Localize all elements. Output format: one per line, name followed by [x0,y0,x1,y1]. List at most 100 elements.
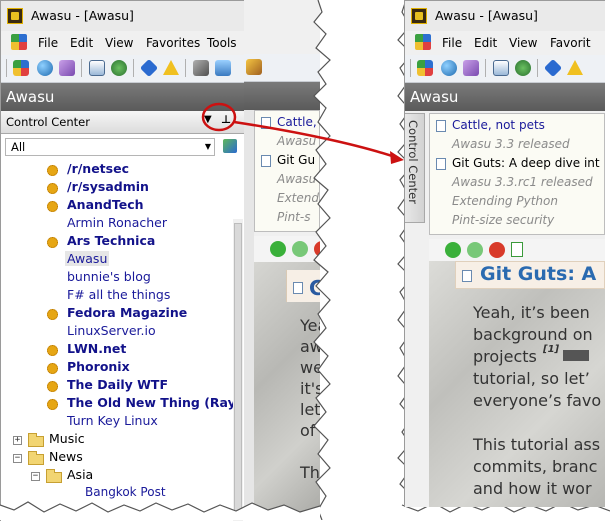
refresh-globe-icon[interactable] [515,60,531,76]
stop-icon[interactable] [489,242,505,258]
toolbar-separator [537,59,538,77]
article-list-item[interactable]: Git Guts: A deep dive int [452,156,600,170]
menu-favorites[interactable]: Favorites [146,36,200,50]
left-splitter[interactable] [244,110,254,520]
globe-icon[interactable] [441,60,457,76]
toolbar-separator [485,59,486,77]
tree-expander-icon[interactable]: − [31,472,40,481]
gear-icon [47,345,58,356]
article-text-line: Th [300,463,320,482]
forward-icon[interactable] [467,242,483,258]
document-icon [462,270,472,282]
menu-file[interactable]: File [38,36,58,50]
folder-label[interactable]: Music [49,431,85,446]
feed-item[interactable]: /r/sysadmin [67,179,149,194]
back-icon[interactable] [270,241,286,257]
mdi-app-icon[interactable] [415,34,431,50]
clipboard-icon[interactable] [89,60,105,76]
chevron-down-icon[interactable]: ▼ [205,142,211,151]
page-refresh-icon[interactable] [511,242,523,257]
gear-icon [47,309,58,320]
article-list-item[interactable]: Extendi [277,191,320,205]
toolbar-separator [133,59,134,77]
article-text-line: tutorial, so let’ [473,369,590,388]
menu-view[interactable]: View [509,36,537,50]
tree-expander-icon[interactable]: + [13,436,22,445]
refresh-globe-icon[interactable] [111,60,127,76]
tools-icon[interactable] [193,60,209,76]
eraser-icon[interactable] [463,60,479,76]
menu-file[interactable]: File [442,36,462,50]
channels-icon[interactable] [417,60,433,76]
arrowhead-icon [390,151,404,164]
menu-tools[interactable]: Tools [207,36,237,50]
feed-item[interactable]: Turn Key Linux [67,413,158,428]
window-title: Awasu - [Awasu] [435,8,538,23]
feed-item[interactable]: LinuxServer.io [67,323,156,338]
feed-item[interactable]: bunnie's blog [67,269,151,284]
feed-item[interactable]: Fedora Magazine [67,305,187,320]
article-text-line: commits, branc [473,457,598,476]
menu-view[interactable]: View [105,36,133,50]
article-text-line: projects [473,347,537,366]
feed-item[interactable]: Armin Ronacher [67,215,167,230]
folder-label[interactable]: News [49,449,83,464]
feed-item[interactable]: Phoronix [67,359,130,374]
forward-icon[interactable] [292,241,308,257]
filter-select[interactable]: All ▼ [5,138,215,156]
info-diamond-icon[interactable] [543,58,563,78]
toolbar-separator [81,59,82,77]
eraser-icon[interactable] [59,60,75,76]
article-list-item[interactable]: Awasu 3.3.rc1 released [452,175,593,189]
feed-item[interactable]: /r/netsec [67,161,129,176]
code-tag-icon [563,350,589,361]
mdi-app-icon[interactable] [11,34,27,50]
feed-item[interactable]: F# all the things [67,287,170,302]
export-icon[interactable] [246,59,262,75]
article-list-item[interactable]: Pint-size security [452,213,554,227]
globe-icon[interactable] [37,60,53,76]
article-list-item[interactable]: Git Gu [277,153,315,167]
menu-edit[interactable]: Edit [70,36,93,50]
feed-item[interactable]: Bangkok Post [85,485,166,499]
article-list-item[interactable]: Awasu [277,134,316,148]
folder-label[interactable]: Asia [67,467,93,482]
back-icon[interactable] [445,242,461,258]
article-text-line: awa [300,337,320,356]
tree-scrollbar[interactable] [233,219,243,521]
feed-item[interactable]: The Old New Thing (Ray... [67,395,245,410]
article-list: Cattle, not pets Awasu 3.3 released Git Gu… [429,113,605,235]
gear-icon [47,237,58,248]
tree-expander-icon[interactable]: − [13,454,22,463]
scrollbar-thumb[interactable] [234,223,242,513]
feed-item[interactable]: The Daily WTF [67,377,168,392]
feed-item[interactable]: AnandTech [67,197,144,212]
article-list-item[interactable]: Cattle, not pets [452,118,545,132]
footnote-marker[interactable]: [1] [543,344,559,355]
article-list-item[interactable]: Awasu [277,172,316,186]
stop-icon[interactable] [314,241,320,257]
article-list-item[interactable]: Awasu 3.3 released [452,137,570,151]
document-icon [436,120,446,132]
feed-item[interactable]: Awasu [65,251,110,266]
dropdown-arrow-icon[interactable]: ▼ [204,114,212,125]
channels-icon[interactable] [13,60,29,76]
control-center-side-tab[interactable]: Control Center [405,113,425,223]
menu-edit[interactable]: Edit [474,36,497,50]
clipboard-icon[interactable] [493,60,509,76]
filter-options-icon[interactable] [223,139,237,153]
document-icon [261,117,271,129]
feed-item[interactable]: LWN.net [67,341,126,356]
warning-icon[interactable] [163,60,179,75]
article-list-item[interactable]: Cattle, [277,115,317,129]
browser-toolbar [254,236,320,262]
feed-item[interactable]: Ars Technica [67,233,155,248]
network-icon[interactable] [215,60,231,76]
article-list-item[interactable]: Pint-s [277,210,310,224]
article-title: Git Guts: A [480,263,597,285]
pin-icon[interactable]: ⊥ [221,113,231,126]
menu-favorites[interactable]: Favorit [550,36,591,50]
article-list-item[interactable]: Extending Python [452,194,558,208]
warning-icon[interactable] [567,60,583,75]
info-diamond-icon[interactable] [139,58,159,78]
